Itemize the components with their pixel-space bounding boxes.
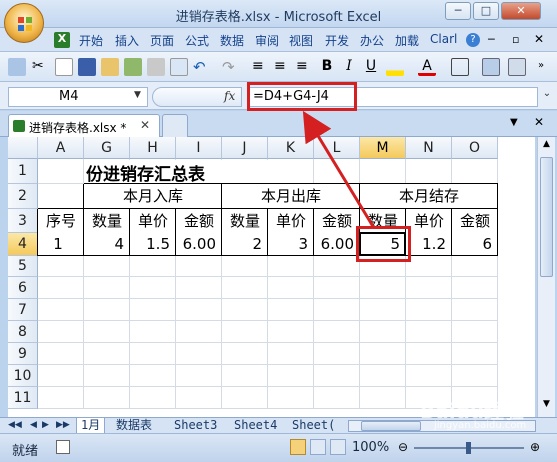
- annotation-arrow-icon: [302, 110, 376, 229]
- office-logo-icon: [18, 17, 32, 31]
- office-button[interactable]: [4, 3, 44, 43]
- watermark-sub: jingyan.baidu.com: [434, 420, 527, 431]
